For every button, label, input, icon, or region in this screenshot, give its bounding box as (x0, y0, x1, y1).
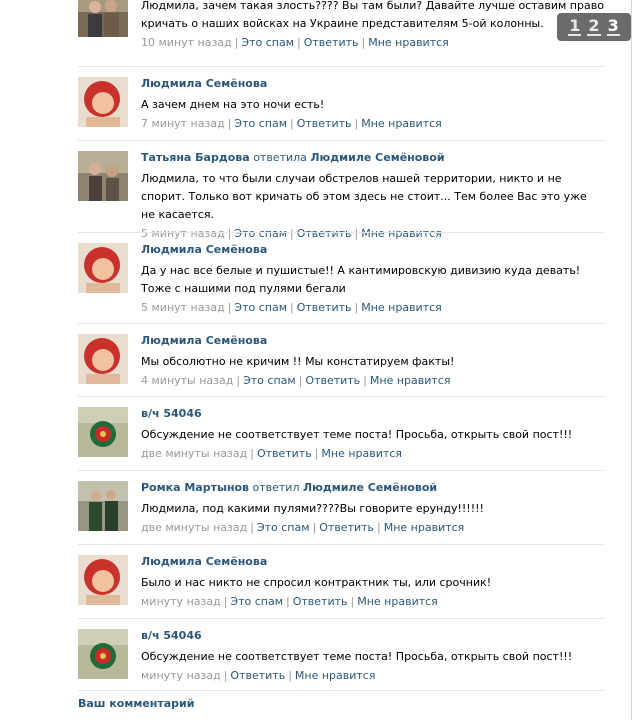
comment-author[interactable]: Людмила Семёнова (141, 243, 267, 256)
comment-meta: две минуты назад | Это спам | Ответить | Мне н… (141, 521, 465, 534)
reply-to-name[interactable]: Людмиле Семёновой (310, 151, 444, 164)
spam-link[interactable]: Это спам (234, 117, 287, 130)
reply-link[interactable]: Ответить (297, 117, 352, 130)
comment-author[interactable]: в/ч 54046 (141, 629, 202, 642)
avatar-ludmila[interactable] (78, 77, 128, 127)
like-link[interactable]: Мне нравится (361, 301, 442, 314)
comment-time[interactable]: минуту назад (141, 595, 221, 608)
comment-meta: 10 минут назад | Это спам | Ответить | Мне нра… (141, 36, 449, 49)
comment-text: Было и нас никто не спросил контрактник … (141, 576, 492, 589)
reply-link[interactable]: Ответить (304, 36, 359, 49)
comment-text: Обсуждение не соответствует теме поста! … (141, 650, 573, 663)
spam-link[interactable]: Это спам (243, 374, 296, 387)
like-link[interactable]: Мне нравится (370, 374, 451, 387)
avatar-romka[interactable] (78, 481, 128, 531)
comment-time[interactable]: две минуты назад (141, 447, 247, 460)
reply-word: ответил (252, 481, 300, 494)
reply-link[interactable]: Ответить (319, 521, 374, 534)
divider (78, 66, 604, 67)
spam-link[interactable]: Это спам (234, 227, 287, 240)
avatar-couple[interactable] (78, 0, 128, 37)
like-link[interactable]: Мне нравится (361, 117, 442, 130)
comment-time[interactable]: 5 минут назад (141, 301, 225, 314)
pager-page-3[interactable]: 3 (606, 18, 620, 36)
avatar-emblem[interactable] (78, 407, 128, 457)
divider (78, 618, 604, 619)
comment-meta: минуту назад | Это спам | Ответить | Мне нрави… (141, 595, 438, 608)
comment-author[interactable]: Ромка Мартынов (141, 481, 249, 494)
reply-link[interactable]: Ответить (297, 301, 352, 314)
reply-link[interactable]: Ответить (297, 227, 352, 240)
avatar-emblem[interactable] (78, 629, 128, 679)
avatar-ludmila[interactable] (78, 243, 128, 293)
comment-author[interactable]: Людмила Семёнова (141, 77, 267, 90)
your-comment-heading: Ваш комментарий (78, 697, 195, 710)
comment-text: Людмила, то что были случаи обстрелов на… (141, 172, 587, 221)
like-link[interactable]: Мне нравится (384, 521, 465, 534)
divider (78, 470, 604, 471)
comment-time[interactable]: 7 минут назад (141, 117, 225, 130)
comment-text: Да у нас все белые и пушистые!! А кантим… (141, 264, 581, 295)
comment-author[interactable]: Людмила Семёнова (141, 555, 267, 568)
comment-meta: 5 минут назад | Это спам | Ответить | Мне нрав… (141, 227, 442, 240)
reply-link[interactable]: Ответить (305, 374, 360, 387)
like-link[interactable]: Мне нравится (321, 447, 402, 460)
like-link[interactable]: Мне нравится (368, 36, 449, 49)
like-link[interactable]: Мне нравится (361, 227, 442, 240)
divider (78, 323, 604, 324)
comment-author[interactable]: в/ч 54046 (141, 407, 202, 420)
comment-time[interactable]: 5 минут назад (141, 227, 225, 240)
page-right-border (631, 0, 632, 720)
comment-author[interactable]: Татьяна Бардова (141, 151, 250, 164)
comment-text: Мы обсолютно не кричим !! Мы констатируе… (141, 355, 455, 368)
comment-meta: 4 минуты назад | Это спам | Ответить | Мне нра… (141, 374, 451, 387)
divider (78, 544, 604, 545)
comment-text: Людмила, зачем такая злость???? Вы там б… (141, 0, 604, 30)
like-link[interactable]: Мне нравится (295, 669, 376, 682)
reply-link[interactable]: Ответить (257, 447, 312, 460)
comment-time[interactable]: 4 минуты назад (141, 374, 233, 387)
avatar-tatyana[interactable] (78, 151, 128, 201)
spam-link[interactable]: Это спам (241, 36, 294, 49)
comment-text: А зачем днем на это ночи есть! (141, 98, 325, 111)
divider (78, 690, 604, 691)
comment-text: Людмила, под какими пулями????Вы говорит… (141, 502, 484, 515)
reply-link[interactable]: Ответить (293, 595, 348, 608)
like-link[interactable]: Мне нравится (357, 595, 438, 608)
comment-meta: две минуты назад | Ответить | Мне нравится (141, 447, 402, 460)
comment-meta: минуту назад | Ответить | Мне нравится (141, 669, 376, 682)
reply-link[interactable]: Ответить (230, 669, 285, 682)
divider (78, 232, 604, 233)
comment-text: Обсуждение не соответствует теме поста! … (141, 428, 573, 441)
spam-link[interactable]: Это спам (230, 595, 283, 608)
comment-time[interactable]: две минуты назад (141, 521, 247, 534)
spam-link[interactable]: Это спам (234, 301, 287, 314)
comment-time[interactable]: минуту назад (141, 669, 221, 682)
spam-link[interactable]: Это спам (257, 521, 310, 534)
divider (78, 396, 604, 397)
reply-to-name[interactable]: Людмиле Семёновой (303, 481, 437, 494)
avatar-ludmila[interactable] (78, 555, 128, 605)
avatar-ludmila[interactable] (78, 334, 128, 384)
comment-meta: 7 минут назад | Это спам | Ответить | Мне нрав… (141, 117, 442, 130)
comment-author[interactable]: Людмила Семёнова (141, 334, 267, 347)
comment-meta: 5 минут назад | Это спам | Ответить | Мне нрав… (141, 301, 442, 314)
comment-time[interactable]: 10 минут назад (141, 36, 232, 49)
reply-word: ответила (253, 151, 307, 164)
divider (78, 140, 604, 141)
